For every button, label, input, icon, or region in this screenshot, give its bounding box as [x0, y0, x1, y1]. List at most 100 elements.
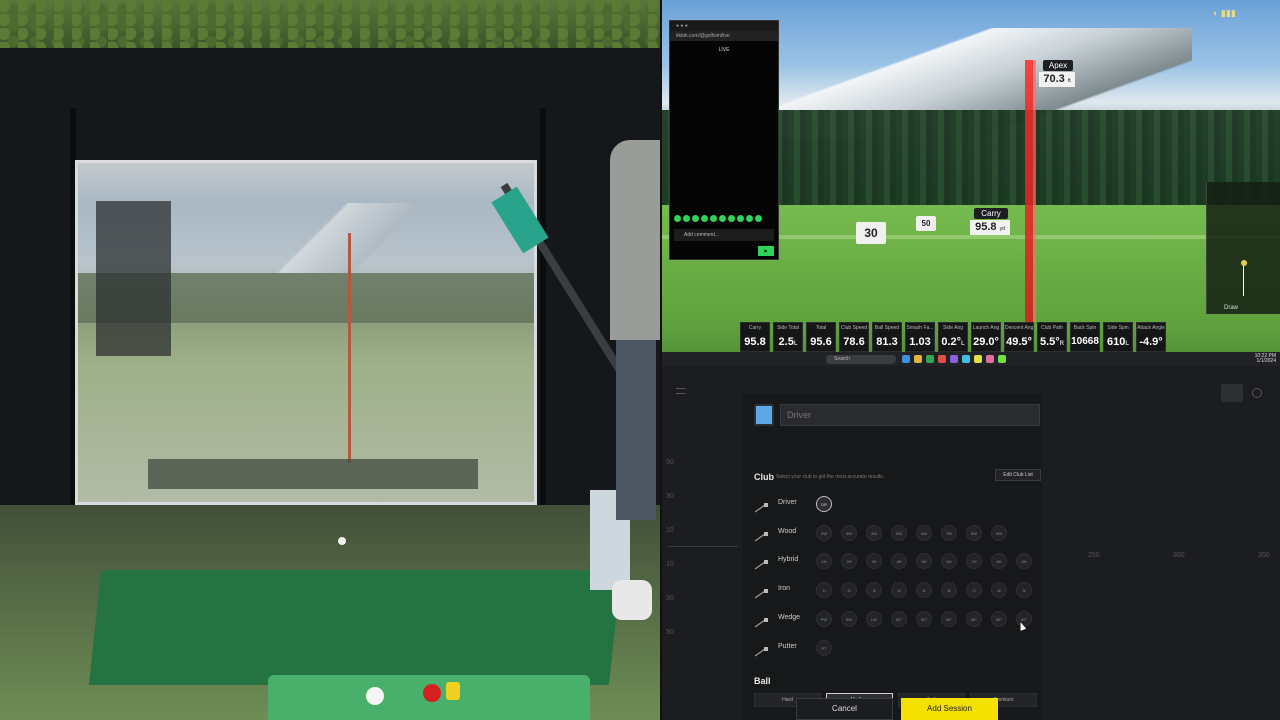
bg-axis-label: 300	[1173, 552, 1185, 559]
club-chip[interactable]: 2W	[816, 524, 832, 541]
club-chip[interactable]: 5i	[916, 582, 932, 599]
club-chip[interactable]: 4H	[891, 553, 907, 570]
gift-icon[interactable]	[692, 215, 699, 222]
club-chip[interactable]: 7i	[966, 582, 982, 599]
add-session-dialog: Club Select your club to get the most ac…	[742, 394, 1042, 720]
gift-icon[interactable]	[728, 215, 735, 222]
app-icon[interactable]	[938, 355, 946, 363]
gift-icon[interactable]	[746, 215, 753, 222]
hitting-mat	[88, 570, 622, 685]
apex-value-box: 70.3 ft	[1039, 72, 1075, 87]
app-icon[interactable]	[950, 355, 958, 363]
send-button[interactable]: ▶	[758, 246, 774, 256]
stat-label: Carry	[748, 325, 762, 331]
club-chip[interactable]: 3i	[866, 582, 882, 599]
club-type-label: Driver	[778, 499, 797, 506]
enclosure-pole	[540, 108, 546, 558]
club-chip[interactable]: 1i	[816, 582, 832, 599]
club-chip[interactable]: 1H	[816, 553, 832, 570]
app-icon[interactable]	[974, 355, 982, 363]
club-section-title: Club	[754, 472, 774, 482]
gift-icon[interactable]	[674, 215, 681, 222]
menu-icon[interactable]	[676, 388, 686, 394]
app-icon[interactable]	[926, 355, 934, 363]
stat-descent-angle: Descent Ang 49.5°	[1004, 322, 1034, 352]
club-chip[interactable]: PT	[816, 639, 832, 656]
club-chip[interactable]: 5W	[891, 524, 907, 541]
stat-value: 95.8	[744, 336, 766, 348]
app-icon[interactable]	[914, 355, 922, 363]
gift-icon[interactable]	[755, 215, 762, 222]
app-icon[interactable]	[962, 355, 970, 363]
ball-position-dot	[1241, 260, 1247, 266]
edit-club-list-button[interactable]: Edit Club List	[995, 469, 1041, 481]
club-chip[interactable]: SW	[841, 610, 857, 627]
stat-value: 10668	[1071, 336, 1099, 347]
club-chip[interactable]: 54°	[941, 610, 957, 627]
session-app: 50 30 10 10 30 50 250 300 350 Club Selec…	[662, 366, 1280, 720]
session-name-input[interactable]	[780, 404, 1040, 426]
club-type-label: Wood	[778, 527, 797, 535]
stat-label: Club Speed	[840, 325, 868, 331]
club-row-wedge: Wedge PW SW LW 50° 52° 54° 56° 58° 60°	[754, 609, 1044, 631]
carry-label: Carry	[974, 208, 1008, 219]
toggle-view-button[interactable]	[1221, 384, 1243, 402]
hedge-wall	[0, 0, 660, 48]
club-row-driver: Driver DR	[754, 494, 1044, 516]
club-chip[interactable]: 9i	[1016, 582, 1032, 599]
club-chip[interactable]: 3H	[866, 553, 882, 570]
stat-value: 1.03	[909, 336, 931, 348]
session-color-swatch[interactable]	[754, 404, 774, 426]
club-chip[interactable]: 2H	[841, 553, 857, 570]
app-icon[interactable]	[998, 355, 1006, 363]
club-chip[interactable]: LW	[866, 610, 882, 627]
stat-label: Smash Fa...	[906, 325, 934, 331]
gift-icon[interactable]	[710, 215, 717, 222]
club-chip[interactable]: 58°	[991, 610, 1007, 627]
apex-value: 70.3	[1043, 73, 1065, 85]
stat-label: Launch Ang	[972, 325, 1000, 331]
browser-url-bar[interactable]: tiktok.com/@golfsim/live	[670, 31, 778, 41]
club-chip[interactable]: 4i	[891, 582, 907, 599]
club-chip[interactable]: 50°	[891, 610, 907, 627]
cancel-button[interactable]: Cancel	[796, 698, 893, 720]
club-chip[interactable]: 6W	[916, 524, 932, 541]
gift-icon[interactable]	[683, 215, 690, 222]
add-session-button[interactable]: Add Session	[901, 698, 998, 720]
bg-axis-label: 30	[666, 595, 674, 602]
club-chip[interactable]: 8H	[991, 553, 1007, 570]
screen-overlay-panel	[96, 201, 171, 356]
refresh-icon[interactable]	[1252, 388, 1262, 398]
club-chip[interactable]: 8i	[991, 582, 1007, 599]
club-options: PT	[816, 639, 832, 656]
stat-attack-angle: Attack Angle -4.9°	[1136, 322, 1166, 352]
club-section-subtitle: Select your club to get the most accurat…	[776, 474, 885, 480]
club-chip[interactable]: DR	[816, 496, 832, 512]
app-icon[interactable]	[902, 355, 910, 363]
club-chip[interactable]: 4W	[866, 524, 882, 541]
club-chip[interactable]: 56°	[966, 610, 982, 627]
bg-divider	[668, 546, 738, 547]
stat-label: Club Path	[1041, 325, 1063, 331]
club-chip[interactable]: 8W	[966, 524, 982, 541]
club-chip[interactable]: 52°	[916, 610, 932, 627]
browser-titlebar[interactable]: ● ● ●	[670, 21, 778, 31]
gift-icon[interactable]	[719, 215, 726, 222]
club-chip[interactable]: 9W	[991, 524, 1007, 541]
gift-icon[interactable]	[701, 215, 708, 222]
taskbar-search[interactable]: Search	[826, 354, 896, 364]
club-chip[interactable]: 7W	[941, 524, 957, 541]
shot-trace-line	[1025, 60, 1033, 322]
club-chip[interactable]: 7H	[966, 553, 982, 570]
club-chip[interactable]: 3W	[841, 524, 857, 541]
club-chip[interactable]: 2i	[841, 582, 857, 599]
club-chip[interactable]: 9H	[1016, 553, 1032, 570]
yardage-marker-50: 50	[916, 216, 936, 231]
app-icon[interactable]	[986, 355, 994, 363]
club-chip[interactable]: PW	[816, 610, 832, 627]
club-chip[interactable]: 6i	[941, 582, 957, 599]
gift-icon[interactable]	[737, 215, 744, 222]
club-chip[interactable]: 6H	[941, 553, 957, 570]
club-chip[interactable]: 5H	[916, 553, 932, 570]
comment-input[interactable]: Add comment...	[674, 229, 774, 241]
